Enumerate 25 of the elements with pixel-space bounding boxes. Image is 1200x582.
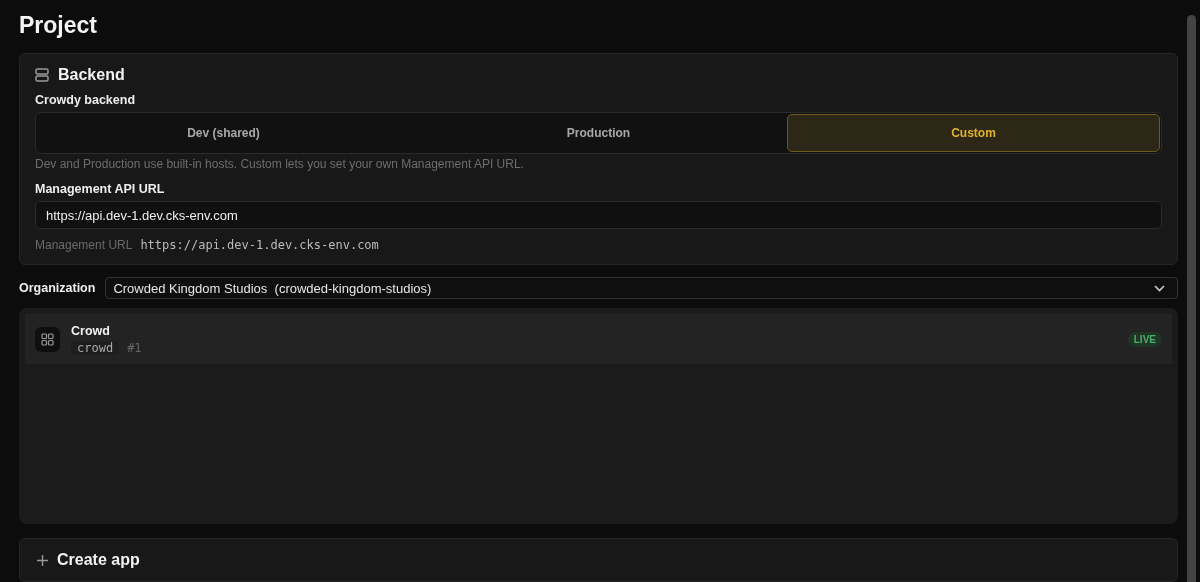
grid-icon <box>35 326 60 352</box>
scrollbar[interactable] <box>1186 15 1196 582</box>
section-title: Create app <box>57 551 140 569</box>
chevron-down-icon <box>1154 284 1165 292</box>
resolved-url: https://api.dev-1.dev.cks-env.com <box>140 238 379 252</box>
plus-icon <box>37 554 48 566</box>
create-app-card[interactable]: Create app <box>19 538 1178 582</box>
app-row[interactable]: Crowd crowd #1 LIVE <box>25 314 1172 364</box>
app-name: Crowd <box>71 323 111 338</box>
section-title: Backend <box>58 66 125 84</box>
url-input[interactable]: https://api.dev-1.dev.cks-env.com <box>35 201 1162 229</box>
resolved-label: Management URL <box>35 238 133 252</box>
segment-button[interactable]: Production <box>412 114 785 152</box>
field-label: Crowdy backend <box>35 93 137 107</box>
status-badge: LIVE <box>1127 331 1162 347</box>
app-number: #1 <box>127 340 142 355</box>
segment-button[interactable]: Dev (shared) <box>37 114 410 152</box>
page-title: Project <box>19 12 98 39</box>
segment-button[interactable]: Custom <box>787 114 1160 152</box>
hint-text: Dev and Production use built-in hosts. Custom lets you set your own Management API URL. <box>35 157 525 171</box>
field-label: Management API URL <box>35 182 166 196</box>
app-slug: crowd <box>71 340 120 355</box>
organization-select[interactable]: Crowded Kingdom Studios (crowded-kingdom-studios) <box>105 277 1178 299</box>
organization-label: Organization <box>19 281 96 295</box>
server-icon <box>35 68 49 82</box>
